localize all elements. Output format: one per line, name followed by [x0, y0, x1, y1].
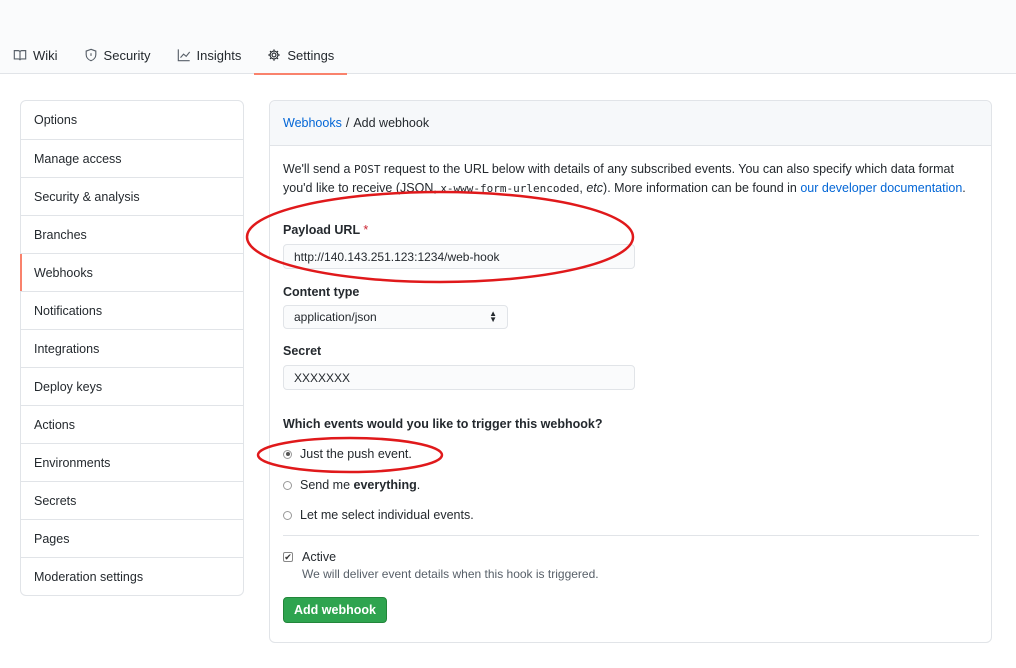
active-label: Active: [302, 550, 337, 564]
sidebar-item-notifications[interactable]: Notifications: [21, 291, 243, 329]
content-type-label: Content type: [283, 285, 360, 299]
sidebar-item-label: Deploy keys: [34, 379, 103, 394]
breadcrumb-webhooks-link[interactable]: Webhooks: [283, 116, 342, 130]
description-text: We'll send a: [283, 162, 354, 176]
sidebar-item-actions[interactable]: Actions: [21, 405, 243, 443]
webhook-description: We'll send a POST request to the URL bel…: [283, 160, 983, 198]
event-option-everything[interactable]: Send me everything.: [283, 478, 420, 492]
sidebar-item-options[interactable]: Options: [21, 101, 243, 139]
tab-settings[interactable]: Settings: [254, 36, 348, 75]
event-option-label: Just the push event.: [300, 447, 412, 461]
tab-label: Wiki: [33, 47, 58, 63]
sidebar-item-label: Security & analysis: [34, 189, 140, 204]
payload-url-label: Payload URL *: [283, 223, 368, 237]
sidebar-item-webhooks[interactable]: Webhooks: [20, 253, 243, 291]
radio-button[interactable]: [283, 480, 292, 490]
sidebar-item-integrations[interactable]: Integrations: [21, 329, 243, 367]
event-label-suffix: .: [416, 478, 421, 492]
settings-sidebar: Options Manage access Security & analysi…: [20, 100, 244, 596]
sidebar-item-label: Webhooks: [34, 265, 93, 280]
payload-url-input[interactable]: http://140.143.251.123:1234/web-hook: [283, 244, 635, 269]
sidebar-item-security-analysis[interactable]: Security & analysis: [21, 177, 243, 215]
active-option[interactable]: ✔ Active We will deliver event details w…: [283, 550, 599, 581]
tab-label: Settings: [287, 47, 335, 63]
event-label-bold: everything: [353, 478, 417, 492]
sidebar-item-label: Manage access: [34, 151, 122, 166]
select-arrows-icon: ▲ ▼: [489, 309, 497, 324]
tab-label: Insights: [196, 47, 242, 63]
book-icon: [13, 50, 27, 61]
active-checkbox[interactable]: ✔: [283, 552, 293, 562]
tab-wiki[interactable]: Wiki: [0, 36, 71, 74]
post-code: POST: [353, 163, 381, 176]
description-text: ). More information can be found in: [603, 181, 801, 195]
shield-icon: [85, 48, 96, 62]
sidebar-item-label: Integrations: [34, 341, 100, 356]
sidebar-item-label: Actions: [34, 417, 75, 432]
breadcrumb-current: Add webhook: [353, 116, 430, 130]
sidebar-item-label: Pages: [34, 531, 70, 546]
sidebar-item-branches[interactable]: Branches: [21, 215, 243, 253]
secret-input[interactable]: XXXXXXX: [283, 365, 635, 390]
event-label-prefix: Send me: [300, 478, 354, 492]
sidebar-item-label: Branches: [34, 227, 87, 242]
event-option-individual[interactable]: Let me select individual events.: [283, 508, 474, 522]
breadcrumb: Webhooks / Add webhook: [270, 101, 991, 146]
sidebar-item-manage-access[interactable]: Manage access: [21, 139, 243, 177]
gear-icon: [268, 49, 281, 61]
sidebar-item-label: Notifications: [34, 303, 103, 318]
form-divider: [283, 535, 979, 536]
developer-docs-link[interactable]: our developer documentation: [800, 181, 962, 195]
sidebar-item-label: Environments: [34, 455, 111, 470]
description-text: .: [962, 181, 966, 195]
repo-tabs: Wiki Security Insights Settings: [0, 36, 348, 75]
breadcrumb-separator: /: [345, 116, 350, 130]
sidebar-item-label: Secrets: [34, 493, 77, 508]
active-note: We will deliver event details when this …: [302, 567, 599, 581]
active-text: Active We will deliver event details whe…: [302, 550, 599, 581]
add-webhook-button[interactable]: Add webhook: [283, 597, 387, 623]
event-option-push[interactable]: Just the push event.: [283, 447, 412, 461]
content-type-select[interactable]: application/json ▲ ▼: [283, 305, 508, 329]
etc-text: etc: [586, 181, 604, 195]
secret-label: Secret: [283, 344, 322, 358]
form-encoding-code: x-www-form-urlencoded: [440, 182, 580, 195]
events-question: Which events would you like to trigger t…: [283, 417, 603, 431]
tab-insights[interactable]: Insights: [164, 36, 255, 74]
payload-url-label-text: Payload URL: [283, 223, 360, 237]
repo-nav-bar: Wiki Security Insights Settings: [0, 0, 1016, 75]
sidebar-item-label: Options: [34, 113, 78, 127]
add-webhook-panel: Webhooks / Add webhook We'll send a POST…: [269, 100, 992, 643]
sidebar-item-secrets[interactable]: Secrets: [21, 481, 243, 519]
event-option-label: Send me everything.: [300, 478, 420, 492]
event-option-label: Let me select individual events.: [300, 508, 474, 522]
sidebar-item-label: Moderation settings: [34, 569, 144, 584]
sidebar-item-moderation-settings[interactable]: Moderation settings: [21, 557, 243, 595]
radio-button-checked[interactable]: [283, 449, 292, 459]
tab-label: Security: [103, 47, 151, 63]
content-type-value: application/json: [294, 310, 377, 324]
radio-button[interactable]: [283, 510, 292, 520]
sidebar-item-deploy-keys[interactable]: Deploy keys: [21, 367, 243, 405]
tab-security[interactable]: Security: [71, 36, 164, 74]
secret-value: XXXXXXX: [294, 370, 351, 385]
graph-icon: [177, 49, 190, 62]
sidebar-item-pages[interactable]: Pages: [21, 519, 243, 557]
required-mark: *: [363, 223, 369, 237]
payload-url-value: http://140.143.251.123:1234/web-hook: [294, 249, 500, 264]
sidebar-item-environments[interactable]: Environments: [21, 443, 243, 481]
